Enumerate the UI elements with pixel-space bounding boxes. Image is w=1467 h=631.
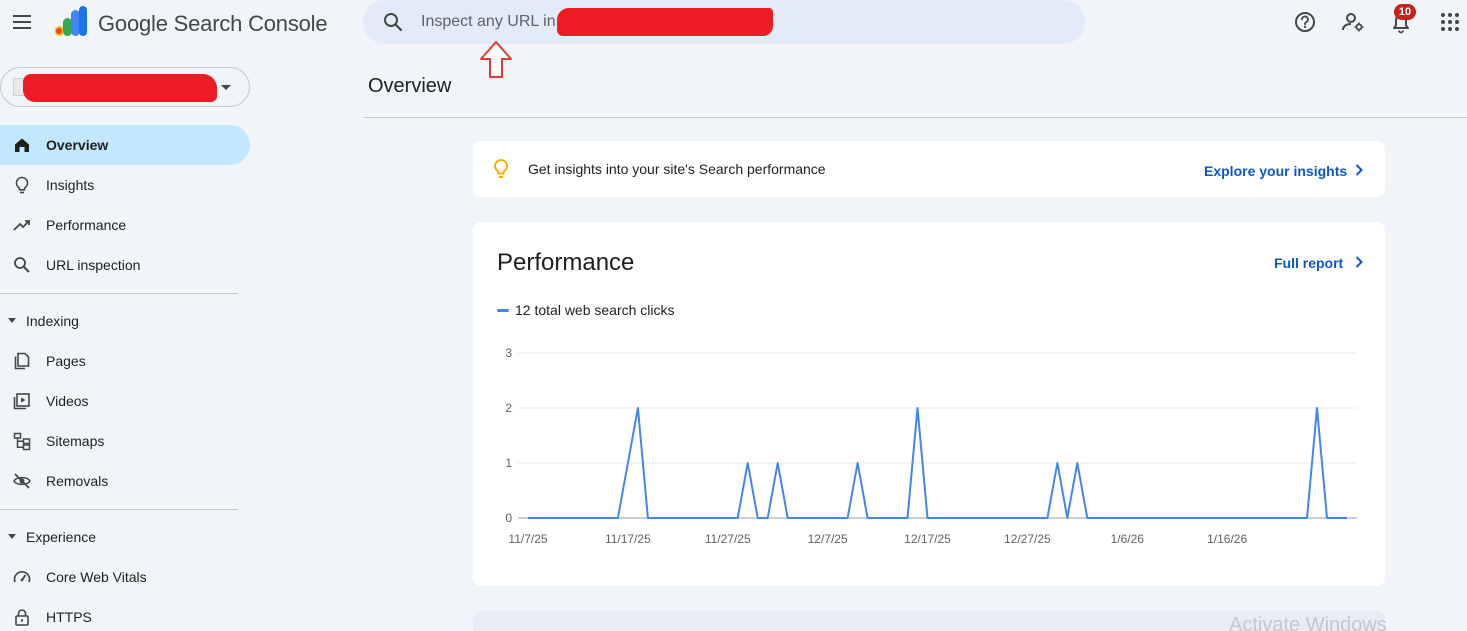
sitemap-icon bbox=[13, 432, 31, 451]
speed-icon bbox=[13, 571, 31, 583]
home-icon bbox=[15, 138, 29, 152]
pages-icon bbox=[14, 352, 30, 370]
eye-off-icon bbox=[13, 473, 31, 489]
sidebar-item-label: Sitemaps bbox=[46, 433, 105, 449]
insights-text: Get insights into your site's Search per… bbox=[528, 161, 826, 177]
title-divider bbox=[364, 117, 1467, 118]
section-label: Indexing bbox=[26, 313, 79, 329]
collapse-caret-icon bbox=[8, 534, 16, 539]
section-label: Experience bbox=[26, 529, 97, 545]
search-icon bbox=[384, 13, 403, 32]
sidebar-item-label: Core Web Vitals bbox=[46, 569, 147, 585]
chevron-right-icon[interactable] bbox=[1353, 255, 1365, 269]
annotation-arrow-icon bbox=[480, 41, 512, 78]
sidebar-item-label: Videos bbox=[46, 393, 89, 409]
y-tick-label: 2 bbox=[505, 401, 512, 415]
product-name: Google Search Console bbox=[98, 11, 328, 36]
sidebar-item-removals[interactable]: Removals bbox=[0, 461, 250, 501]
nav-divider bbox=[0, 293, 238, 294]
sidebar-item-sitemaps[interactable]: Sitemaps bbox=[0, 421, 250, 461]
user-settings-icon[interactable] bbox=[1340, 9, 1366, 35]
sidebar-item-core-web-vitals[interactable]: Core Web Vitals bbox=[0, 557, 250, 597]
sidebar-nav: Overview Insights Performance URL inspec… bbox=[0, 125, 250, 631]
sidebar-item-label: Removals bbox=[46, 473, 109, 489]
x-tick-label: 12/7/25 bbox=[808, 532, 848, 546]
x-tick-label: 11/7/25 bbox=[508, 532, 547, 546]
help-icon[interactable] bbox=[1292, 9, 1318, 35]
lock-icon bbox=[15, 609, 29, 626]
sidebar-item-url-inspection[interactable]: URL inspection bbox=[0, 245, 250, 285]
insights-card: Get insights into your site's Search per… bbox=[473, 141, 1385, 197]
sidebar-item-label: HTTPS bbox=[46, 609, 92, 625]
sidebar-item-pages[interactable]: Pages bbox=[0, 341, 250, 381]
performance-chart[interactable]: 0 1 2 3 11/7/25 11/17/25 11/27/25 12/7/25 12/17/… bbox=[473, 332, 1385, 572]
legend-swatch bbox=[497, 309, 509, 312]
sidebar-item-label: Overview bbox=[46, 137, 109, 153]
legend-label: 12 total web search clicks bbox=[515, 302, 675, 318]
x-tick-label: 1/16/26 bbox=[1207, 532, 1247, 546]
sidebar-item-performance[interactable]: Performance bbox=[0, 205, 250, 245]
sidebar-section-experience[interactable]: Experience bbox=[0, 517, 250, 557]
x-tick-label: 12/17/25 bbox=[904, 532, 951, 546]
x-tick-label: 12/27/25 bbox=[1004, 532, 1051, 546]
performance-card: Performance Full report 12 total web sea… bbox=[473, 222, 1385, 586]
sidebar-section-indexing[interactable]: Indexing bbox=[0, 301, 250, 341]
sidebar-item-label: URL inspection bbox=[46, 257, 141, 273]
lightbulb-icon bbox=[15, 176, 29, 194]
y-tick-label: 3 bbox=[505, 346, 512, 360]
sidebar-item-videos[interactable]: Videos bbox=[0, 381, 250, 421]
x-tick-label: 11/27/25 bbox=[705, 532, 751, 546]
performance-title: Performance bbox=[497, 249, 635, 276]
sidebar-item-label: Insights bbox=[46, 177, 95, 193]
dropdown-caret-icon bbox=[221, 85, 231, 90]
chevron-right-icon[interactable] bbox=[1353, 163, 1365, 177]
top-app-bar: Google Search Console 10 bbox=[0, 0, 1467, 44]
x-tick-label: 1/6/26 bbox=[1111, 532, 1145, 546]
sidebar-item-overview[interactable]: Overview bbox=[0, 125, 250, 165]
search-icon bbox=[14, 257, 30, 273]
sidebar-item-label: Performance bbox=[46, 217, 127, 233]
video-icon bbox=[13, 393, 30, 410]
x-tick-label: 11/17/25 bbox=[605, 532, 651, 546]
lightbulb-icon bbox=[494, 158, 508, 178]
url-inspection-search[interactable] bbox=[363, 0, 1085, 44]
sidebar-item-insights[interactable]: Insights bbox=[0, 165, 250, 205]
y-tick-label: 1 bbox=[505, 456, 512, 470]
windows-activation-watermark: Activate Windows bbox=[1229, 614, 1387, 631]
redaction-mark bbox=[557, 8, 773, 36]
property-selector[interactable] bbox=[0, 67, 250, 107]
explore-insights-link[interactable]: Explore your insights bbox=[1204, 163, 1347, 179]
apps-grid-icon[interactable] bbox=[1437, 9, 1463, 35]
y-tick-label: 0 bbox=[505, 511, 512, 525]
notification-count-badge: 10 bbox=[1394, 4, 1416, 20]
main-menu-button[interactable] bbox=[10, 10, 34, 34]
search-console-logo-icon[interactable] bbox=[54, 6, 88, 38]
trending-up-icon bbox=[13, 220, 30, 231]
sidebar-item-https[interactable]: HTTPS bbox=[0, 597, 250, 631]
sidebar-item-label: Pages bbox=[46, 353, 86, 369]
collapse-caret-icon bbox=[8, 318, 16, 323]
full-report-link[interactable]: Full report bbox=[1274, 255, 1343, 271]
nav-divider bbox=[0, 509, 238, 510]
redaction-mark bbox=[23, 74, 217, 102]
page-title: Overview bbox=[368, 75, 452, 97]
